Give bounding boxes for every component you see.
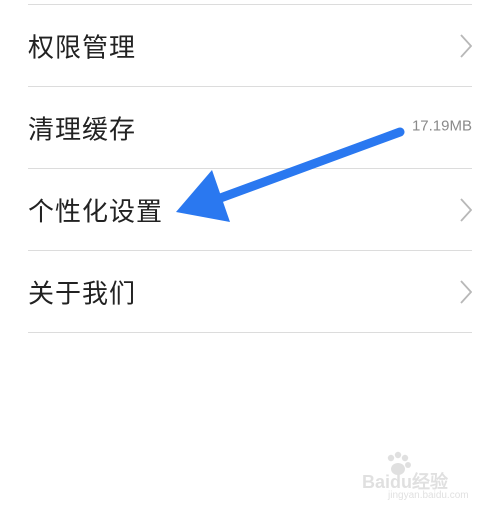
cache-size-value: 17.19MB — [411, 117, 472, 135]
chevron-right-icon — [460, 34, 472, 58]
settings-item-personalization[interactable]: 个性化设置 — [0, 169, 500, 251]
settings-item-label: 个性化设置 — [28, 197, 164, 228]
settings-item-clear-cache[interactable]: 清理缓存 17.19MB — [0, 87, 500, 169]
baidu-watermark: Baidu经验 jingyan.baidu.com — [332, 450, 482, 508]
chevron-right-icon — [460, 198, 472, 222]
row-divider — [28, 332, 472, 333]
chevron-right-icon — [460, 280, 472, 304]
settings-item-about-us[interactable]: 关于我们 — [0, 251, 500, 333]
settings-item-label: 关于我们 — [28, 279, 137, 310]
settings-item-label: 权限管理 — [28, 33, 137, 64]
settings-item-permissions[interactable]: 权限管理 — [0, 5, 500, 87]
watermark-url-text: jingyan.baidu.com — [388, 490, 469, 501]
settings-item-label: 清理缓存 — [28, 115, 137, 146]
